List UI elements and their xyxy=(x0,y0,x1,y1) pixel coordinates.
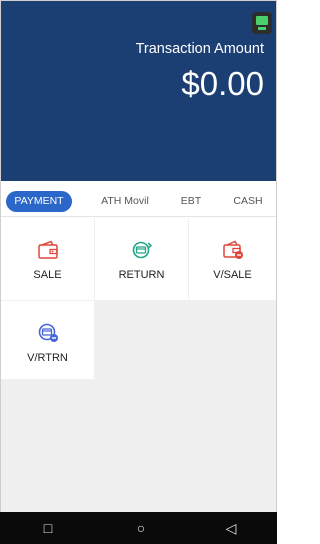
home-circle-icon[interactable]: ○ xyxy=(129,518,153,538)
void-sale-label: V/SALE xyxy=(213,269,252,281)
action-grid: SALE RETURN V/SALE V/RTRN xyxy=(1,218,276,512)
void-return-label: V/RTRN xyxy=(27,352,68,364)
transaction-header: Transaction Amount $0.00 xyxy=(1,1,276,181)
void-return-icon xyxy=(38,323,58,342)
system-nav-bar: □ ○ ◁ xyxy=(0,512,277,544)
payment-tabs: PAYMENT ATH Movil EBT CASH xyxy=(1,186,276,217)
tab-payment[interactable]: PAYMENT xyxy=(6,191,72,212)
tab-ebt[interactable]: EBT xyxy=(176,191,206,212)
amount-value: $0.00 xyxy=(181,65,264,102)
overview-square-icon[interactable]: □ xyxy=(36,518,60,538)
tab-ath-movil[interactable]: ATH Movil xyxy=(93,191,157,212)
terminal-status-icon[interactable] xyxy=(252,12,272,34)
sale-button[interactable]: SALE xyxy=(1,218,94,300)
tab-cash[interactable]: CASH xyxy=(225,191,271,212)
return-label: RETURN xyxy=(118,269,165,281)
return-button[interactable]: RETURN xyxy=(95,218,188,300)
sale-label: SALE xyxy=(33,269,62,281)
back-triangle-icon[interactable]: ◁ xyxy=(219,518,243,538)
amount-label: Transaction Amount xyxy=(135,41,264,57)
void-wallet-icon xyxy=(222,240,243,259)
return-card-icon xyxy=(132,241,152,259)
void-sale-button[interactable]: V/SALE xyxy=(189,218,276,300)
void-return-button[interactable]: V/RTRN xyxy=(1,301,94,379)
wallet-icon xyxy=(37,240,58,259)
